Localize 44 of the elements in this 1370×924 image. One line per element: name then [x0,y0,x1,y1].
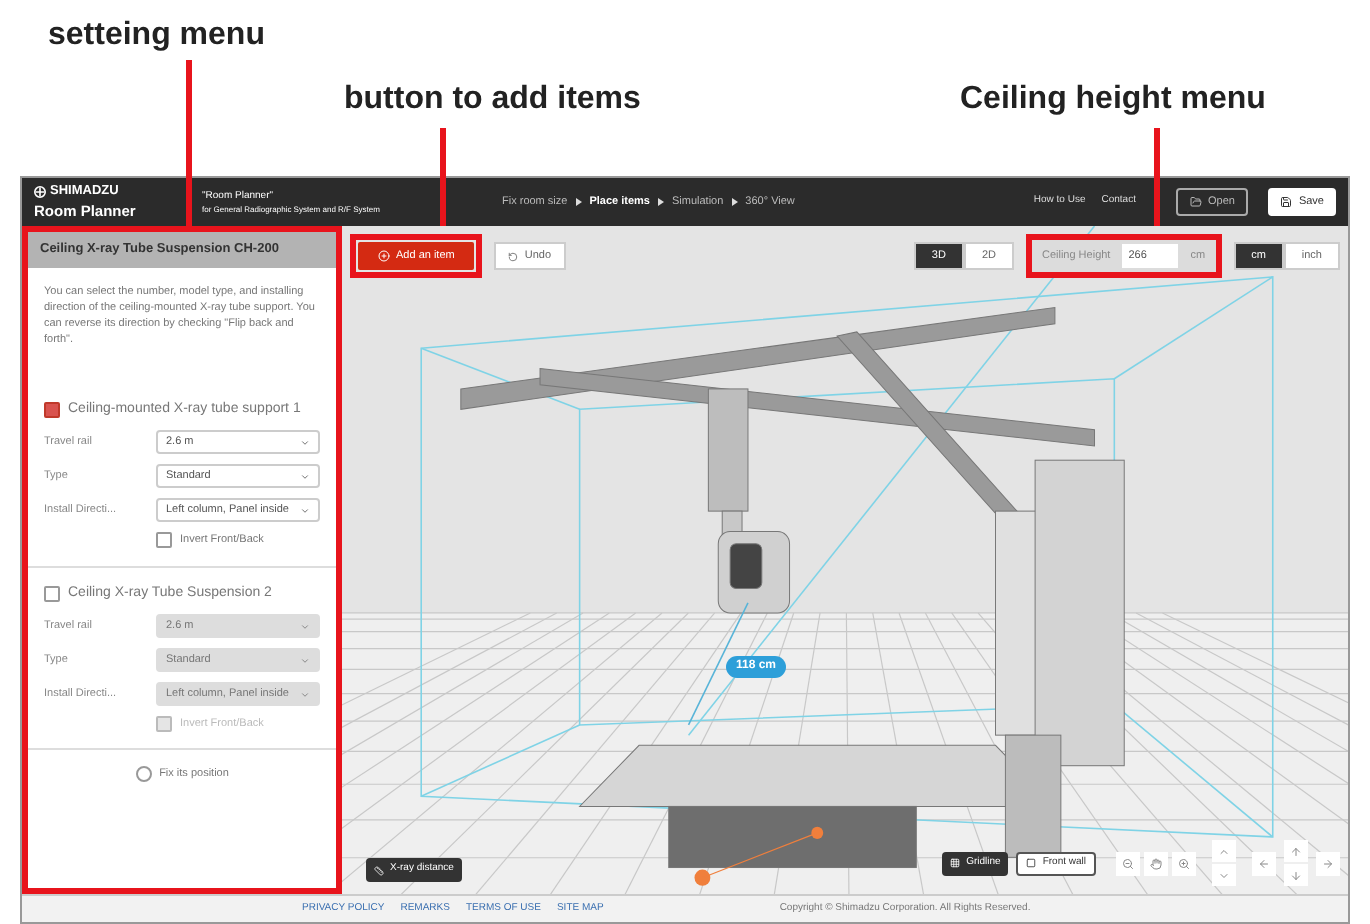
logo-icon [34,186,46,199]
square-icon [1026,858,1037,868]
zoom-in-button[interactable] [1172,851,1196,875]
chevron-down-icon [1218,869,1230,881]
zoom-in-icon [1178,857,1190,869]
arrow-left-icon [1258,857,1270,869]
move-up-button[interactable] [1284,840,1308,862]
hand-icon [1150,857,1162,869]
zoom-out-icon [1122,857,1134,869]
grid-icon [950,858,961,868]
folder-icon [1189,196,1202,208]
move-down-button[interactable] [1284,864,1308,886]
caret-icon [300,437,310,448]
step-arrow-icon [575,198,582,206]
zoom-out-button[interactable] [1116,851,1140,875]
checkbox[interactable] [156,532,172,549]
annotation-label: setteing menu [48,16,265,56]
ruler-icon [374,865,384,875]
pan-button[interactable] [1144,851,1168,875]
caret-icon [300,505,310,516]
step-arrow-icon [657,198,664,206]
arrow-down-icon [1290,869,1302,881]
annotation-label: button to add items [344,80,641,120]
checkbox[interactable] [156,716,172,733]
checkbox[interactable] [44,585,60,602]
plus-icon [378,250,390,262]
leader-line [1154,128,1160,232]
chevron-up-icon [1218,845,1230,857]
caret-icon [300,655,310,665]
tilt-down-button[interactable] [1212,864,1236,886]
save-icon [1280,196,1293,208]
step-arrow-icon [731,198,738,206]
checkbox[interactable] [44,402,60,418]
move-right-button[interactable] [1316,851,1340,875]
caret-icon [300,689,310,699]
caret-icon [300,621,310,631]
tilt-up-button[interactable] [1212,840,1236,862]
arrow-up-icon [1290,845,1302,857]
move-left-button[interactable] [1252,851,1276,875]
annotation-label: Ceiling height menu [960,80,1266,120]
caret-icon [300,471,310,482]
arrow-right-icon [1322,857,1334,869]
undo-icon [508,251,519,261]
radio-button[interactable] [135,766,152,783]
